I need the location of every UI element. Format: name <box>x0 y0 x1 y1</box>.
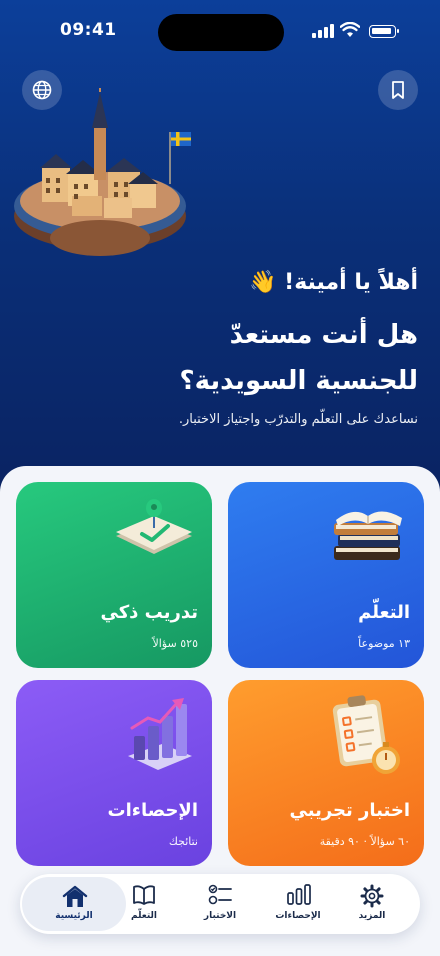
bookmark-button[interactable] <box>378 70 418 110</box>
mock-exam-meta: ٦٠ سؤالاً · ٩٠ دقيقة <box>319 835 410 848</box>
hero-subtitle: نساعدك على التعلّم والتدرّب واجتياز الاخ… <box>178 412 418 427</box>
tab-learn[interactable]: التعلّم <box>104 874 184 934</box>
greeting-text: أهلاً يا أمينة! 👋 <box>249 270 418 295</box>
bookmark-icon <box>392 81 404 99</box>
mock-exam-card[interactable]: اختبار تجريبي ٦٠ سؤالاً · ٩٠ دقيقة <box>228 680 424 866</box>
signal-icon <box>312 24 334 38</box>
books-icon <box>334 511 402 560</box>
tab-stats[interactable]: الإحصاءات <box>258 874 338 934</box>
page-title: هل أنت مستعدّ للجنسية السويدية؟ <box>78 312 418 404</box>
home-icon <box>62 885 88 907</box>
learn-card-title: التعلّم <box>358 602 410 623</box>
learn-card-meta: ١٣ موضوعاً <box>358 637 410 650</box>
page-title-line2: للجنسية السويدية؟ <box>179 366 418 396</box>
dynamic-island <box>158 14 284 51</box>
statistics-card[interactable]: الإحصاءات نتائجك <box>16 680 212 866</box>
bar-chart-icon <box>128 698 192 770</box>
smart-practice-card[interactable]: تدريب ذكي ٥٢٥ سؤالاً <box>16 482 212 668</box>
tab-more[interactable]: المزيد <box>332 874 412 934</box>
status-bar: 09:41 <box>0 0 440 64</box>
book-icon <box>133 885 155 905</box>
stats-icon <box>287 884 311 905</box>
checklist-icon <box>208 884 232 905</box>
smart-practice-title: تدريب ذكي <box>100 602 198 623</box>
status-time: 09:41 <box>60 20 117 40</box>
statistics-meta: نتائجك <box>168 835 198 848</box>
gear-icon <box>360 884 384 908</box>
tab-stats-label: الإحصاءات <box>275 911 321 921</box>
mock-exam-title: اختبار تجريبي <box>289 800 410 821</box>
page-title-line1: هل أنت مستعدّ <box>229 320 418 350</box>
bottom-tab-bar: الرئيسية التعلّم الاختبار الإحصاءات المز… <box>20 874 420 934</box>
target-check-icon <box>116 499 192 554</box>
tab-exam[interactable]: الاختبار <box>180 874 260 934</box>
learn-card[interactable]: التعلّم ١٣ موضوعاً <box>228 482 424 668</box>
wifi-icon <box>340 22 360 37</box>
smart-practice-meta: ٥٢٥ سؤالاً <box>152 637 198 650</box>
battery-icon <box>369 25 399 38</box>
tab-learn-label: التعلّم <box>131 911 157 921</box>
tab-exam-label: الاختبار <box>203 911 237 921</box>
clipboard-timer-icon <box>332 695 400 774</box>
statistics-title: الإحصاءات <box>107 800 198 821</box>
stockholm-island-illustration <box>14 88 191 256</box>
tab-more-label: المزيد <box>358 911 386 921</box>
